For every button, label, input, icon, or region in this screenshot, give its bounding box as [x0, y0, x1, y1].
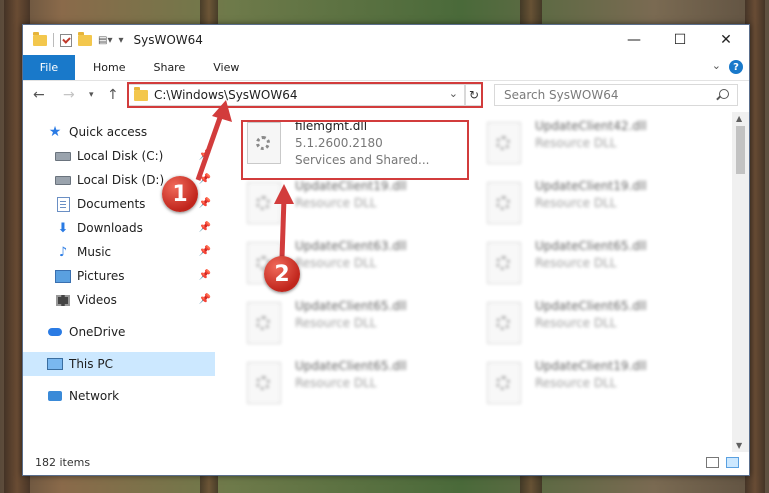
annotation-badge-1: 1 — [162, 176, 198, 212]
annotation-badge-2: 2 — [264, 256, 300, 292]
arrowhead-file — [274, 184, 294, 204]
annotation-arrows — [195, 100, 294, 259]
arrow-to-address — [195, 111, 225, 181]
arrowhead-address — [212, 100, 232, 122]
arrow-to-file — [279, 197, 287, 259]
